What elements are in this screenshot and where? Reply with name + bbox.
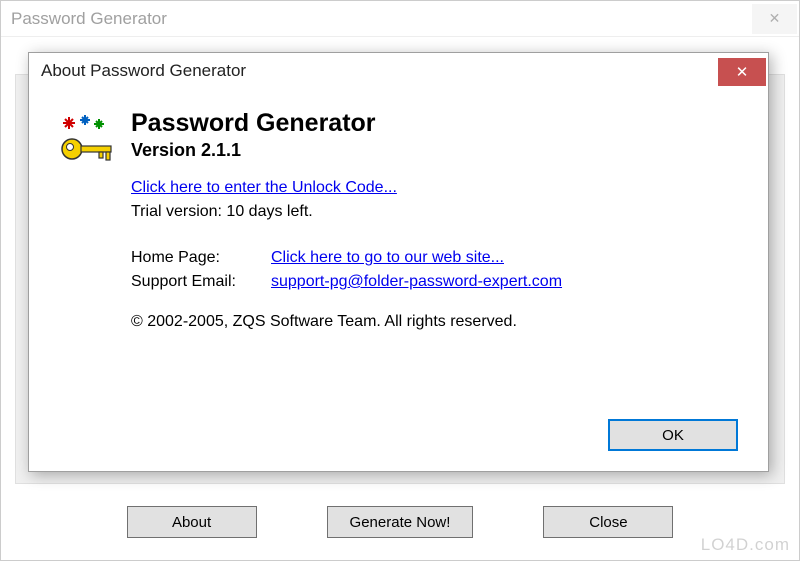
copyright-text: © 2002-2005, ZQS Software Team. All righ… [131,313,738,331]
main-close-button[interactable]: ✕ [752,4,797,34]
about-button-row: OK [608,419,738,451]
support-email-label: Support Email: [131,273,271,291]
home-page-label: Home Page: [131,249,271,267]
about-dialog-title: About Password Generator [41,61,246,81]
about-button[interactable]: About [127,506,257,538]
close-button[interactable]: Close [543,506,673,538]
close-icon: ✕ [769,10,781,27]
ok-button[interactable]: OK [608,419,738,451]
about-titlebar: About Password Generator ✕ [29,53,768,89]
key-icon [59,113,115,169]
main-titlebar: Password Generator ✕ [1,1,799,37]
home-page-row: Home Page: Click here to go to our web s… [131,249,738,267]
watermark-text: LO4D.com [701,535,790,555]
main-button-row: About Generate Now! Close [1,496,799,548]
about-icon-column [59,109,131,331]
about-dialog: About Password Generator ✕ [28,52,769,472]
unlock-link-row: Click here to enter the Unlock Code... [131,179,738,197]
trial-status-text: Trial version: 10 days left. [131,203,738,221]
support-email-link[interactable]: support-pg@folder-password-expert.com [271,273,562,291]
home-page-link[interactable]: Click here to go to our web site... [271,249,504,267]
close-icon: ✕ [736,63,749,81]
about-close-button[interactable]: ✕ [718,58,766,86]
about-content: Password Generator Version 2.1.1 Click h… [29,89,768,341]
unlock-code-link[interactable]: Click here to enter the Unlock Code... [131,179,397,196]
about-text-column: Password Generator Version 2.1.1 Click h… [131,109,738,331]
app-version-label: Version 2.1.1 [131,140,738,161]
app-name-label: Password Generator [131,109,738,138]
generate-button[interactable]: Generate Now! [327,506,474,538]
support-email-row: Support Email: support-pg@folder-passwor… [131,273,738,291]
main-window-title: Password Generator [11,9,167,29]
